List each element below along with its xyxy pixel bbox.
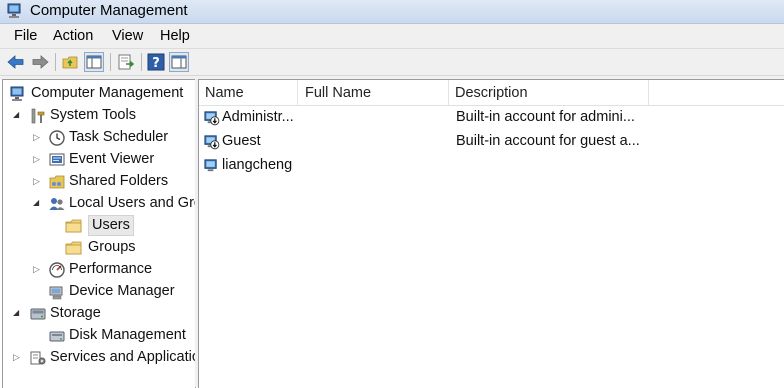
tree-item-label: Storage bbox=[50, 305, 101, 321]
storage-icon bbox=[30, 308, 46, 320]
user-description: Built-in account for guest a... bbox=[456, 133, 640, 149]
tree-item-label: Computer Management bbox=[31, 85, 184, 101]
tree-item-label: Users bbox=[88, 215, 134, 236]
tree-item-label: Event Viewer bbox=[69, 151, 155, 167]
toolbar-separator bbox=[110, 53, 111, 71]
tree-item[interactable]: Disk Management bbox=[3, 325, 193, 347]
collapse-arrow-icon[interactable]: ▷ bbox=[33, 132, 43, 142]
toolbar-separator bbox=[55, 53, 56, 71]
column-header-full-name[interactable]: Full Name bbox=[299, 80, 449, 105]
computer-management-icon bbox=[7, 3, 21, 18]
toolbar-separator bbox=[141, 53, 142, 71]
tree-item[interactable]: Device Manager bbox=[3, 281, 193, 303]
window-title: Computer Management bbox=[30, 2, 188, 19]
forward-arrow-icon[interactable] bbox=[30, 52, 50, 72]
tree-item-label: Performance bbox=[69, 261, 153, 277]
tree-item-label: Task Scheduler bbox=[69, 129, 169, 145]
device-manager-icon bbox=[49, 286, 63, 300]
menu-action[interactable]: Action bbox=[53, 28, 93, 44]
toolbar: ? bbox=[0, 49, 784, 76]
tree-item[interactable]: ▷ Task Scheduler bbox=[3, 127, 193, 149]
tree-item[interactable]: ◢ System Tools bbox=[3, 105, 193, 127]
clock-icon bbox=[49, 130, 65, 146]
expand-arrow-icon[interactable]: ◢ bbox=[13, 110, 23, 120]
user-description: Built-in account for admini... bbox=[456, 109, 635, 125]
system-tools-icon bbox=[31, 108, 45, 124]
menu-help[interactable]: Help bbox=[160, 28, 190, 44]
menu-bar: File Action View Help bbox=[0, 24, 784, 49]
tree-item[interactable]: ◢ Storage bbox=[3, 303, 193, 325]
user-name: liangcheng bbox=[222, 157, 293, 173]
performance-icon bbox=[49, 262, 65, 278]
title-bar: Computer Management bbox=[0, 0, 784, 24]
back-arrow-icon[interactable] bbox=[6, 52, 26, 72]
list-row[interactable]: Administr... Built-in account for admini.… bbox=[199, 106, 784, 128]
tree-item[interactable]: ◢ Local Users and Groups bbox=[3, 193, 195, 215]
users-list[interactable]: Name Full Name Description Administr... B… bbox=[198, 79, 784, 388]
computer-management-icon bbox=[10, 86, 24, 101]
collapse-arrow-icon[interactable]: ▷ bbox=[13, 352, 23, 362]
list-row[interactable]: liangcheng bbox=[199, 154, 784, 176]
menu-view[interactable]: View bbox=[112, 28, 143, 44]
user-icon bbox=[204, 159, 217, 172]
tree-item[interactable]: ▷ Shared Folders bbox=[3, 171, 193, 193]
show-hide-tree-button[interactable] bbox=[84, 52, 104, 72]
svg-text:?: ? bbox=[152, 56, 160, 71]
collapse-arrow-icon[interactable]: ▷ bbox=[33, 154, 43, 164]
shared-folder-icon bbox=[49, 175, 65, 189]
tree-item-label: Device Manager bbox=[69, 283, 175, 299]
up-folder-icon[interactable] bbox=[61, 52, 81, 72]
collapse-arrow-icon[interactable]: ▷ bbox=[33, 176, 43, 186]
tree-item[interactable]: Groups bbox=[3, 237, 193, 259]
tree-item[interactable]: Computer Management bbox=[3, 83, 193, 105]
console-tree[interactable]: Computer Management ◢ System Tools ▷ Task Sc… bbox=[2, 79, 196, 388]
disk-management-icon bbox=[49, 331, 65, 342]
export-list-icon[interactable] bbox=[116, 52, 136, 72]
tree-item-label: Shared Folders bbox=[69, 173, 169, 189]
expand-arrow-icon[interactable]: ◢ bbox=[33, 198, 43, 208]
tree-item-label: Disk Management bbox=[69, 327, 186, 343]
tree-item[interactable]: Users bbox=[3, 215, 193, 237]
folder-icon bbox=[65, 219, 82, 233]
menu-file[interactable]: File bbox=[14, 28, 37, 44]
event-viewer-icon bbox=[49, 153, 65, 166]
list-header: Name Full Name Description bbox=[199, 80, 784, 106]
tree-item-label: Services and Applications bbox=[50, 349, 195, 365]
action-pane-icon bbox=[171, 55, 187, 69]
show-hide-action-pane-button[interactable] bbox=[169, 52, 189, 72]
tree-item[interactable]: ▷ Performance bbox=[3, 259, 193, 281]
list-row[interactable]: Guest Built-in account for guest a... bbox=[199, 130, 784, 152]
folder-icon bbox=[65, 241, 82, 255]
tree-item[interactable]: ▷ Event Viewer bbox=[3, 149, 193, 171]
disabled-user-icon bbox=[204, 111, 220, 126]
user-name: Administr... bbox=[222, 109, 294, 125]
console-tree-icon bbox=[86, 55, 102, 69]
column-header-name[interactable]: Name bbox=[199, 80, 298, 105]
help-icon[interactable]: ? bbox=[146, 52, 166, 72]
tree-item-label: Local Users and Groups bbox=[69, 195, 195, 211]
expand-arrow-icon[interactable]: ◢ bbox=[13, 308, 23, 318]
collapse-arrow-icon[interactable]: ▷ bbox=[33, 264, 43, 274]
users-group-icon bbox=[49, 198, 65, 210]
column-header-description[interactable]: Description bbox=[449, 80, 649, 105]
tree-item-label: Groups bbox=[88, 239, 136, 255]
services-icon bbox=[30, 351, 46, 365]
tree-item-label: System Tools bbox=[50, 107, 136, 123]
user-name: Guest bbox=[222, 133, 261, 149]
disabled-user-icon bbox=[204, 135, 220, 150]
tree-item[interactable]: ▷ Services and Applications bbox=[3, 347, 195, 369]
